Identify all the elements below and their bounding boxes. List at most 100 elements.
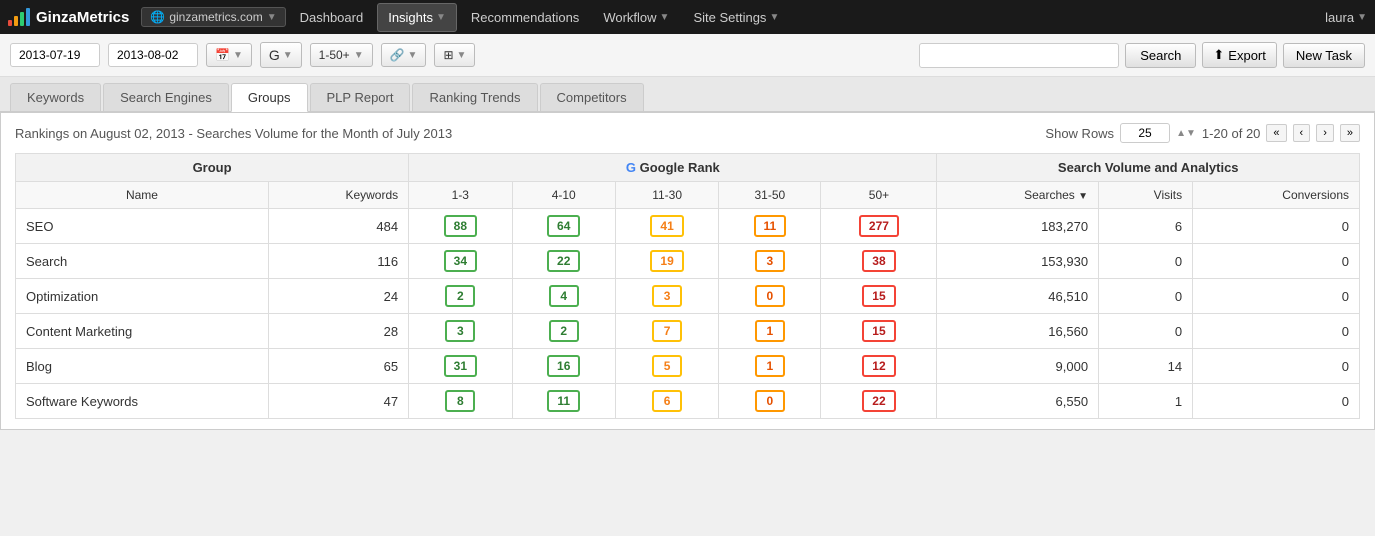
site-badge[interactable]: 🌐 ginzametrics.com ▼ <box>141 7 285 27</box>
toolbar: 📅 ▼ G ▼ 1-50+ ▼ 🔗 ▼ ⊞ ▼ Search ⬆ Export … <box>0 34 1375 77</box>
table-row: Blog 65 31 16 5 1 12 9,000 14 0 <box>16 349 1360 384</box>
cell-rank-1-3: 2 <box>409 279 512 314</box>
range-caret: ▼ <box>354 50 364 61</box>
cell-rank-1-3: 31 <box>409 349 512 384</box>
site-badge-caret: ▼ <box>267 12 277 23</box>
tab-groups[interactable]: Groups <box>231 83 308 112</box>
cell-rank-31-50: 3 <box>719 244 821 279</box>
cell-name: Content Marketing <box>16 314 269 349</box>
new-task-button[interactable]: New Task <box>1283 43 1365 68</box>
date-end-input[interactable] <box>108 43 198 67</box>
search-vol-header: Search Volume and Analytics <box>937 154 1360 182</box>
nav-recommendations[interactable]: Recommendations <box>461 4 589 31</box>
table-row: SEO 484 88 64 41 11 277 183,270 6 0 <box>16 209 1360 244</box>
nav-dashboard[interactable]: Dashboard <box>290 4 374 31</box>
cell-name: Search <box>16 244 269 279</box>
last-page-button[interactable]: » <box>1340 124 1360 142</box>
cell-searches: 153,930 <box>937 244 1099 279</box>
cell-rank-1-3: 8 <box>409 384 512 419</box>
table-body: SEO 484 88 64 41 11 277 183,270 6 0 Sear… <box>16 209 1360 419</box>
nav-site-settings[interactable]: Site Settings ▼ <box>683 4 789 31</box>
cell-rank-1-3: 88 <box>409 209 512 244</box>
nav-workflow[interactable]: Workflow ▼ <box>593 4 679 31</box>
logo-text: GinzaMetrics <box>36 9 129 26</box>
filter-button[interactable]: 🔗 ▼ <box>381 43 427 67</box>
cell-rank-31-50: 0 <box>719 279 821 314</box>
rows-per-page-input[interactable] <box>1120 123 1170 143</box>
logo-area: GinzaMetrics <box>8 8 129 26</box>
prev-page-button[interactable]: ‹ <box>1293 124 1311 142</box>
cell-visits: 0 <box>1099 244 1193 279</box>
cell-visits: 1 <box>1099 384 1193 419</box>
cell-rank-11-30: 5 <box>615 349 718 384</box>
col-header-4-10: 4-10 <box>512 182 615 209</box>
search-area: Search ⬆ Export New Task <box>483 42 1365 68</box>
cell-rank-31-50: 0 <box>719 384 821 419</box>
google-icon-header: G <box>626 160 636 175</box>
google-caret: ▼ <box>283 50 293 61</box>
first-page-button[interactable]: « <box>1266 124 1286 142</box>
table-meta: Rankings on August 02, 2013 - Searches V… <box>15 123 1360 143</box>
cell-conversions: 0 <box>1193 384 1360 419</box>
export-button[interactable]: ⬆ Export <box>1202 42 1276 68</box>
main-content: Rankings on August 02, 2013 - Searches V… <box>0 112 1375 430</box>
cell-rank-4-10: 64 <box>512 209 615 244</box>
user-menu[interactable]: laura ▼ <box>1325 10 1367 25</box>
tab-competitors[interactable]: Competitors <box>540 83 644 111</box>
rows-stepper[interactable]: ▲▼ <box>1176 128 1196 139</box>
columns-icon: ⊞ <box>443 48 453 62</box>
cell-rank-11-30: 7 <box>615 314 718 349</box>
cell-name: Software Keywords <box>16 384 269 419</box>
range-select[interactable]: 1-50+ ▼ <box>310 43 373 67</box>
nav-insights[interactable]: Insights ▼ <box>377 3 457 32</box>
workflow-caret: ▼ <box>660 12 670 23</box>
col-header-1-3: 1-3 <box>409 182 512 209</box>
col-header-visits: Visits <box>1099 182 1193 209</box>
cell-conversions: 0 <box>1193 209 1360 244</box>
tab-ranking-trends[interactable]: Ranking Trends <box>412 83 537 111</box>
col-header-keywords[interactable]: Keywords <box>268 182 408 209</box>
google-button[interactable]: G ▼ <box>260 42 302 68</box>
tab-keywords[interactable]: Keywords <box>10 83 101 111</box>
cell-rank-4-10: 2 <box>512 314 615 349</box>
cell-name: Optimization <box>16 279 269 314</box>
cell-searches: 16,560 <box>937 314 1099 349</box>
cell-rank-4-10: 11 <box>512 384 615 419</box>
user-caret: ▼ <box>1357 12 1367 23</box>
col-header-conversions: Conversions <box>1193 182 1360 209</box>
cell-rank-4-10: 16 <box>512 349 615 384</box>
pagination-area: Show Rows ▲▼ 1-20 of 20 « ‹ › » <box>1045 123 1360 143</box>
columns-caret: ▼ <box>457 50 467 61</box>
insights-caret: ▼ <box>436 12 446 23</box>
calendar-button[interactable]: 📅 ▼ <box>206 43 252 67</box>
site-settings-caret: ▼ <box>769 12 779 23</box>
logo-icon <box>8 8 30 26</box>
date-start-input[interactable] <box>10 43 100 67</box>
tab-plp-report[interactable]: PLP Report <box>310 83 411 111</box>
cell-keywords: 28 <box>268 314 408 349</box>
cell-rank-1-3: 34 <box>409 244 512 279</box>
tab-search-engines[interactable]: Search Engines <box>103 83 229 111</box>
cell-conversions: 0 <box>1193 314 1360 349</box>
next-page-button[interactable]: › <box>1316 124 1334 142</box>
cell-searches: 9,000 <box>937 349 1099 384</box>
filter-icon: 🔗 <box>390 48 405 62</box>
searches-sort-icon: ▼ <box>1078 191 1088 202</box>
search-button[interactable]: Search <box>1125 43 1196 68</box>
search-input[interactable] <box>919 43 1119 68</box>
cell-rank-31-50: 11 <box>719 209 821 244</box>
columns-button[interactable]: ⊞ ▼ <box>434 43 475 67</box>
google-rank-header: G Google Rank <box>409 154 937 182</box>
table-row: Search 116 34 22 19 3 38 153,930 0 0 <box>16 244 1360 279</box>
data-table: Group G Google Rank Search Volume and An… <box>15 153 1360 419</box>
col-header-50plus: 50+ <box>821 182 937 209</box>
col-header-searches[interactable]: Searches ▼ <box>937 182 1099 209</box>
col-header-name: Name <box>16 182 269 209</box>
cell-rank-11-30: 41 <box>615 209 718 244</box>
cell-keywords: 65 <box>268 349 408 384</box>
table-row: Content Marketing 28 3 2 7 1 15 16,560 0… <box>16 314 1360 349</box>
cell-rank-31-50: 1 <box>719 349 821 384</box>
cell-rank-50plus: 38 <box>821 244 937 279</box>
cell-visits: 0 <box>1099 314 1193 349</box>
cell-visits: 6 <box>1099 209 1193 244</box>
